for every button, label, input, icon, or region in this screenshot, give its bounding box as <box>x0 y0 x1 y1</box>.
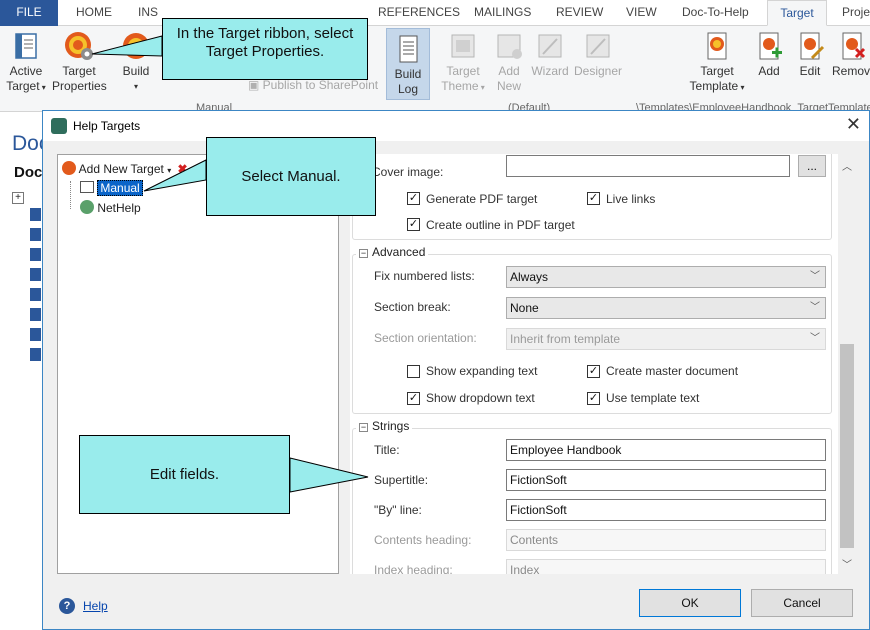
callout-pointer-edit-fields <box>289 457 369 493</box>
callout-pointers <box>91 35 369 493</box>
callout-edit-fields: Edit fields. <box>79 435 290 514</box>
callout-pointer-target-properties <box>91 35 163 57</box>
callout-target-properties: In the Target ribbon, select Target Prop… <box>162 18 368 80</box>
callout-select-manual: Select Manual. <box>206 137 376 216</box>
callout-pointer-select-manual <box>143 159 207 192</box>
